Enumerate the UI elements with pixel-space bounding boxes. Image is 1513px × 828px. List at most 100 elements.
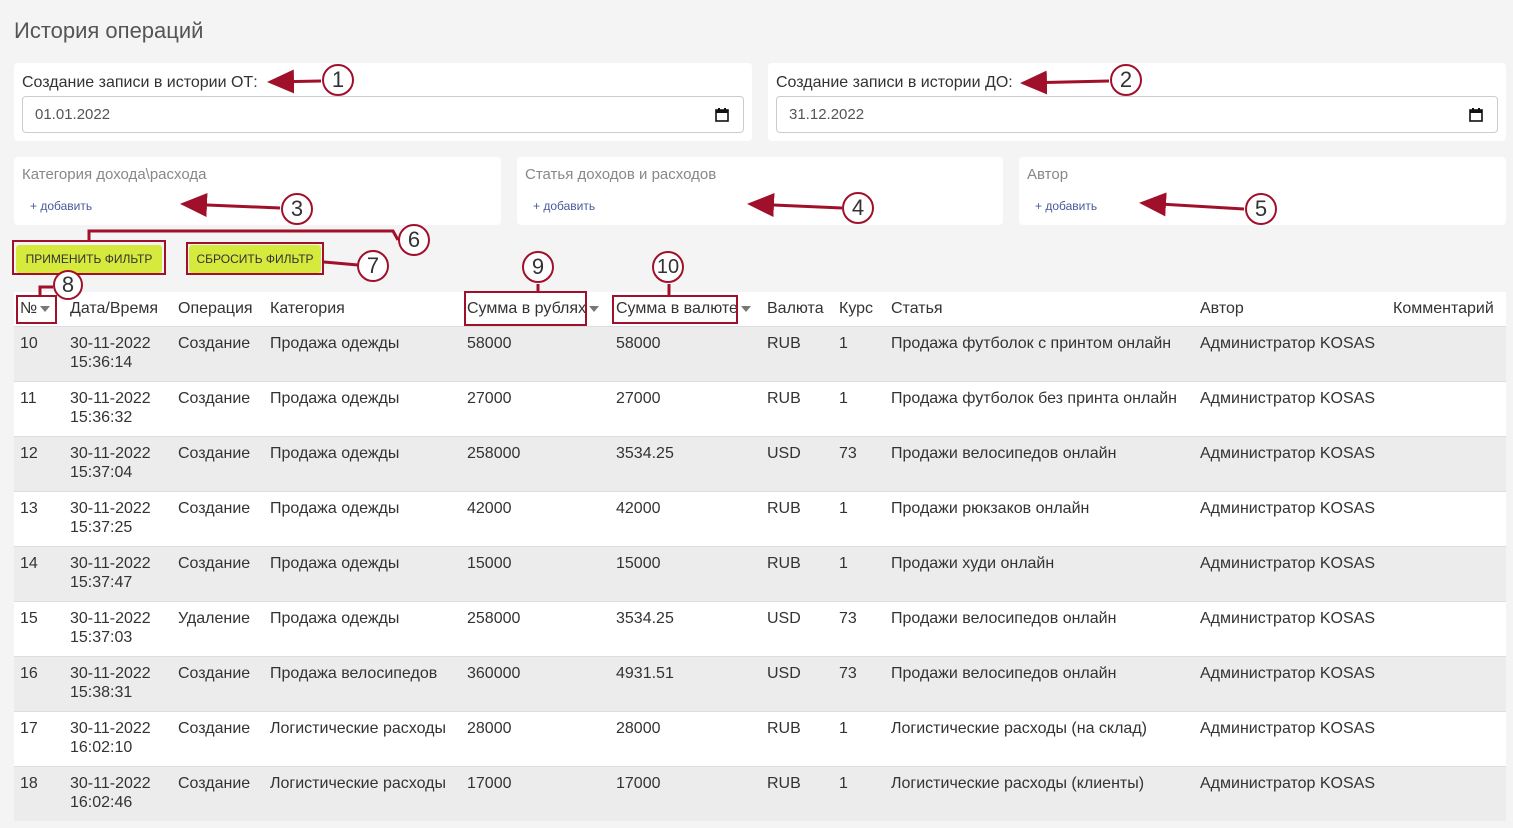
category-add-link[interactable]: + добавить <box>30 199 92 213</box>
col-article: Статья <box>885 292 1194 326</box>
sum-currency-highlight <box>612 295 738 324</box>
cell-author: Администратор KOSAS <box>1194 600 1387 656</box>
cell-time: 15:37:25 <box>70 518 133 536</box>
cell-sum-rub: 27000 <box>461 380 610 436</box>
cell-article: Продажи худи онлайн <box>885 545 1194 601</box>
reset-filter-highlight <box>186 242 324 275</box>
author-add-link[interactable]: + добавить <box>1035 199 1097 213</box>
cell-time: 16:02:10 <box>70 738 133 756</box>
cell-sum-currency: 28000 <box>610 710 761 766</box>
cell-date: 30-11-2022 <box>70 444 151 462</box>
annotation-8: 8 <box>53 270 83 300</box>
cell-currency: USD <box>761 655 833 711</box>
col-rate: Курс <box>833 292 885 326</box>
cell-article: Продажи велосипедов онлайн <box>885 435 1194 491</box>
cell-time: 15:37:04 <box>70 463 133 481</box>
cell-category: Продажа одежды <box>264 325 461 381</box>
cell-rate: 1 <box>833 765 885 821</box>
table-row[interactable]: 10 30-11-2022 15:36:14 Создание Продажа одеж… <box>14 325 1506 381</box>
cell-sum-rub: 58000 <box>461 325 610 381</box>
cell-sum-rub: 17000 <box>461 765 610 821</box>
sort-caret-icon[interactable] <box>740 305 751 312</box>
cell-date: 30-11-2022 <box>70 609 151 627</box>
cell-datetime: 30-11-2022 15:38:31 <box>64 655 172 711</box>
cell-date: 30-11-2022 <box>70 664 151 682</box>
cell-author: Администратор KOSAS <box>1194 325 1387 381</box>
date-to-input[interactable]: 31.12.2022 <box>776 96 1498 133</box>
annotation-9: 9 <box>522 251 554 283</box>
cell-article: Продажа футболок без принта онлайн <box>885 380 1194 436</box>
col-author: Автор <box>1194 292 1387 326</box>
cell-category: Продажа одежды <box>264 380 461 436</box>
col-category: Категория <box>264 292 461 326</box>
cell-time: 15:37:03 <box>70 628 133 646</box>
cell-rate: 73 <box>833 435 885 491</box>
cell-date: 30-11-2022 <box>70 774 151 792</box>
table-header: № Дата/Время Операция Категория Сумма в … <box>14 292 1506 326</box>
cell-rate: 73 <box>833 655 885 711</box>
cell-datetime: 30-11-2022 15:36:32 <box>64 380 172 436</box>
table-row[interactable]: 16 30-11-2022 15:38:31 Создание Продажа вело… <box>14 655 1506 711</box>
calendar-icon[interactable] <box>715 108 729 122</box>
cell-article: Продажи велосипедов онлайн <box>885 655 1194 711</box>
cell-author: Администратор KOSAS <box>1194 435 1387 491</box>
cell-category: Продажа одежды <box>264 435 461 491</box>
table-row[interactable]: 17 30-11-2022 16:02:10 Создание Логистически… <box>14 710 1506 766</box>
cell-comment <box>1387 600 1506 656</box>
annotation-6: 6 <box>398 224 430 256</box>
cell-date: 30-11-2022 <box>70 499 151 517</box>
cell-number: 12 <box>14 435 64 491</box>
article-filter-label: Статья доходов и расходов <box>525 166 717 183</box>
date-from-label: Создание записи в истории ОТ: <box>22 74 258 91</box>
table-row[interactable]: 18 30-11-2022 16:02:46 Создание Логистически… <box>14 765 1506 821</box>
cell-currency: USD <box>761 435 833 491</box>
cell-currency: USD <box>761 600 833 656</box>
cell-article: Продажи рюкзаков онлайн <box>885 490 1194 546</box>
cell-operation: Создание <box>172 380 264 436</box>
table-row[interactable]: 13 30-11-2022 15:37:25 Создание Продажа одеж… <box>14 490 1506 546</box>
cell-datetime: 30-11-2022 15:36:14 <box>64 325 172 381</box>
cell-rate: 1 <box>833 490 885 546</box>
cell-number: 10 <box>14 325 64 381</box>
sum-rub-highlight <box>464 291 587 326</box>
annotation-3: 3 <box>281 193 313 225</box>
table-row[interactable]: 15 30-11-2022 15:37:03 Удаление Продажа одеж… <box>14 600 1506 656</box>
cell-sum-currency: 27000 <box>610 380 761 436</box>
cell-operation: Создание <box>172 655 264 711</box>
cell-operation: Создание <box>172 435 264 491</box>
cell-category: Логистические расходы <box>264 765 461 821</box>
cell-operation: Создание <box>172 490 264 546</box>
cell-sum-currency: 3534.25 <box>610 600 761 656</box>
cell-rate: 73 <box>833 600 885 656</box>
cell-author: Администратор KOSAS <box>1194 380 1387 436</box>
cell-article: Продажи велосипедов онлайн <box>885 600 1194 656</box>
cell-comment <box>1387 710 1506 766</box>
cell-rate: 1 <box>833 710 885 766</box>
cell-sum-rub: 42000 <box>461 490 610 546</box>
date-to-label: Создание записи в истории ДО: <box>776 74 1013 91</box>
cell-comment <box>1387 380 1506 436</box>
cell-sum-currency: 42000 <box>610 490 761 546</box>
category-filter-card: Категория дохода\расхода + добавить <box>14 157 501 225</box>
sort-caret-icon[interactable] <box>589 305 600 312</box>
cell-comment <box>1387 765 1506 821</box>
article-add-link[interactable]: + добавить <box>533 199 595 213</box>
cell-operation: Создание <box>172 545 264 601</box>
author-filter-label: Автор <box>1027 166 1069 183</box>
cell-currency: RUB <box>761 325 833 381</box>
cell-category: Логистические расходы <box>264 710 461 766</box>
table-row[interactable]: 14 30-11-2022 15:37:47 Создание Продажа одеж… <box>14 545 1506 601</box>
cell-currency: RUB <box>761 545 833 601</box>
cell-operation: Создание <box>172 765 264 821</box>
cell-category: Продажа одежды <box>264 490 461 546</box>
cell-sum-currency: 4931.51 <box>610 655 761 711</box>
cell-sum-currency: 15000 <box>610 545 761 601</box>
cell-sum-currency: 17000 <box>610 765 761 821</box>
apply-filter-highlight <box>12 240 166 275</box>
cell-article: Логистические расходы (клиенты) <box>885 765 1194 821</box>
date-from-input[interactable]: 01.01.2022 <box>22 96 744 133</box>
cell-sum-currency: 58000 <box>610 325 761 381</box>
table-row[interactable]: 12 30-11-2022 15:37:04 Создание Продажа одеж… <box>14 435 1506 491</box>
table-row[interactable]: 11 30-11-2022 15:36:32 Создание Продажа одеж… <box>14 380 1506 436</box>
calendar-icon[interactable] <box>1469 108 1483 122</box>
